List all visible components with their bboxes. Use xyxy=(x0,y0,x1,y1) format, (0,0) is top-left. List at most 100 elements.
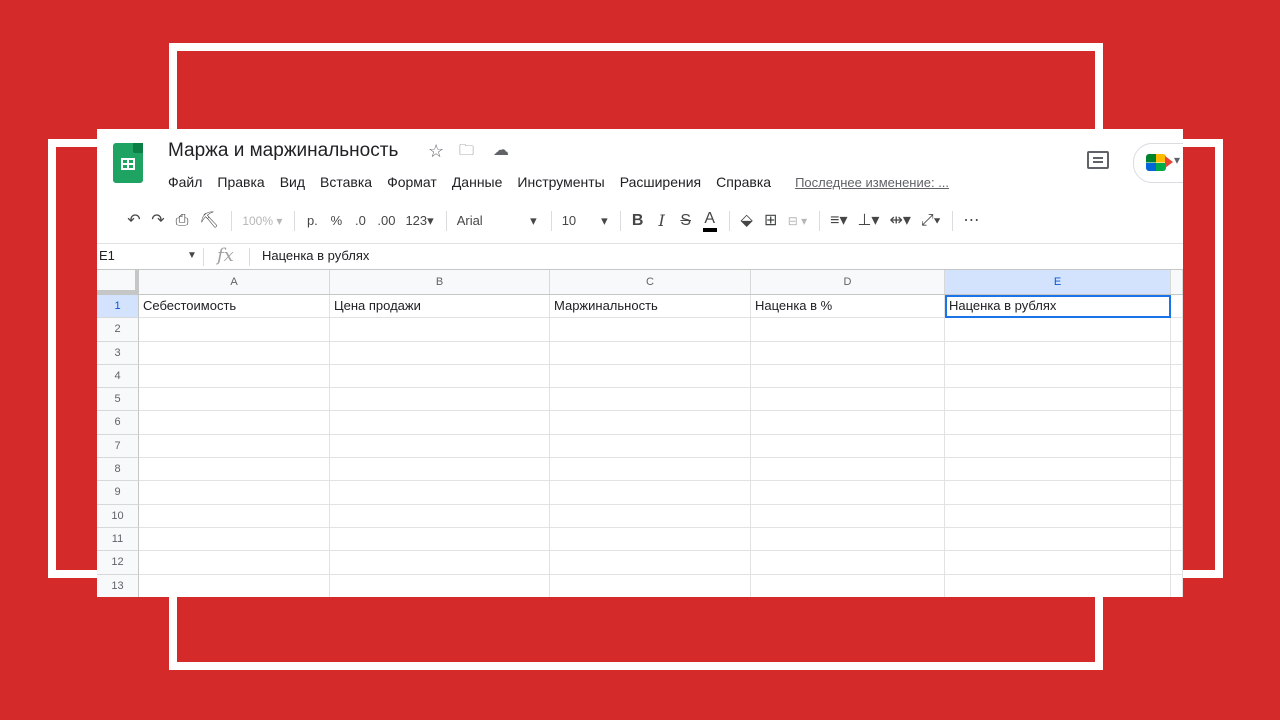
row-header[interactable]: 5 xyxy=(97,388,139,412)
cell-d4[interactable] xyxy=(751,364,945,389)
cell-d1[interactable]: Наценка в % xyxy=(751,295,945,319)
cell-a7[interactable] xyxy=(139,434,330,459)
menu-extensions[interactable]: Расширения xyxy=(620,172,709,192)
cell-e5[interactable] xyxy=(945,388,1171,412)
cell-c9[interactable] xyxy=(550,481,751,505)
cell-b4[interactable] xyxy=(330,364,550,389)
cell-e6[interactable] xyxy=(945,411,1171,435)
cell-a8[interactable] xyxy=(139,458,330,482)
text-wrap-icon[interactable]: ⇹▾ xyxy=(889,209,910,233)
row-header[interactable]: 12 xyxy=(97,551,139,575)
more-options-icon[interactable]: ⋯ xyxy=(963,209,979,233)
cell-c6[interactable] xyxy=(550,411,751,435)
cell-e4[interactable] xyxy=(945,364,1171,389)
cell-d13[interactable] xyxy=(751,574,945,597)
redo-icon[interactable]: ↷ xyxy=(151,209,165,233)
print-icon[interactable]: ⎙ xyxy=(175,209,189,233)
cell-a4[interactable] xyxy=(139,364,330,389)
cell-a3[interactable] xyxy=(139,341,330,365)
cell-f1[interactable] xyxy=(1171,295,1183,319)
cloud-status-icon[interactable]: ☁ xyxy=(493,140,509,162)
cell-c5[interactable] xyxy=(550,388,751,412)
strikethrough-button[interactable]: S xyxy=(679,209,693,233)
column-header-d[interactable]: D xyxy=(751,270,945,294)
chevron-down-icon[interactable]: ▼ xyxy=(187,250,197,261)
cell-c12[interactable] xyxy=(550,551,751,575)
cell-b11[interactable] xyxy=(330,527,550,552)
cell-a9[interactable] xyxy=(139,481,330,505)
cell-d7[interactable] xyxy=(751,434,945,459)
cell-d5[interactable] xyxy=(751,388,945,412)
formula-input[interactable]: Наценка в рублях xyxy=(262,248,369,263)
cell-a5[interactable] xyxy=(139,388,330,412)
cell-f7[interactable] xyxy=(1171,434,1183,459)
cell-d10[interactable] xyxy=(751,504,945,528)
font-size-select[interactable]: 10 ▾ xyxy=(562,213,608,229)
document-title[interactable]: Маржа и маржинальность xyxy=(168,140,398,162)
cell-b3[interactable] xyxy=(330,341,550,365)
cell-f2[interactable] xyxy=(1171,318,1183,342)
cell-c11[interactable] xyxy=(550,527,751,552)
column-header-a[interactable]: A xyxy=(139,270,330,294)
menu-view[interactable]: Вид xyxy=(280,172,313,192)
menu-help[interactable]: Справка xyxy=(716,172,779,192)
menu-data[interactable]: Данные xyxy=(452,172,511,192)
text-rotation-icon[interactable]: ⤢▾ xyxy=(921,209,941,233)
row-header[interactable]: 3 xyxy=(97,341,139,365)
cell-e8[interactable] xyxy=(945,458,1171,482)
column-header-f[interactable] xyxy=(1171,270,1183,294)
menu-tools[interactable]: Инструменты xyxy=(517,172,612,192)
cell-e9[interactable] xyxy=(945,481,1171,505)
cell-a13[interactable] xyxy=(139,574,330,597)
name-box[interactable]: E1 xyxy=(99,248,115,263)
meet-button[interactable]: ▾ xyxy=(1133,143,1183,183)
cell-c8[interactable] xyxy=(550,458,751,482)
decrease-decimal-button[interactable]: .0 xyxy=(353,209,367,233)
star-icon[interactable]: ☆ xyxy=(428,140,444,162)
column-header-b[interactable]: B xyxy=(330,270,550,294)
column-header-c[interactable]: C xyxy=(550,270,751,294)
cell-b12[interactable] xyxy=(330,551,550,575)
cell-b10[interactable] xyxy=(330,504,550,528)
cell-c10[interactable] xyxy=(550,504,751,528)
cell-a2[interactable] xyxy=(139,318,330,342)
vertical-align-icon[interactable]: ⊥▾ xyxy=(857,209,879,233)
cell-c7[interactable] xyxy=(550,434,751,459)
fill-color-icon[interactable]: ⬙ xyxy=(740,209,754,233)
cell-d9[interactable] xyxy=(751,481,945,505)
cell-a12[interactable] xyxy=(139,551,330,575)
last-edit-link[interactable]: Последнее изменение: ... xyxy=(795,172,949,192)
row-header[interactable]: 13 xyxy=(97,574,139,597)
cell-d12[interactable] xyxy=(751,551,945,575)
borders-icon[interactable]: ⊞ xyxy=(764,209,778,233)
row-header[interactable]: 11 xyxy=(97,527,139,552)
column-header-e[interactable]: E xyxy=(945,270,1171,294)
row-header[interactable]: 10 xyxy=(97,504,139,528)
cell-b2[interactable] xyxy=(330,318,550,342)
cell-b9[interactable] xyxy=(330,481,550,505)
cell-f9[interactable] xyxy=(1171,481,1183,505)
cell-a11[interactable] xyxy=(139,527,330,552)
cell-f3[interactable] xyxy=(1171,341,1183,365)
cell-b13[interactable] xyxy=(330,574,550,597)
cell-f11[interactable] xyxy=(1171,527,1183,552)
menu-insert[interactable]: Вставка xyxy=(320,172,380,192)
row-header[interactable]: 1 xyxy=(97,295,139,319)
row-header[interactable]: 7 xyxy=(97,434,139,459)
menu-format[interactable]: Формат xyxy=(387,172,445,192)
comments-icon[interactable] xyxy=(1087,151,1109,169)
cell-c13[interactable] xyxy=(550,574,751,597)
menu-file[interactable]: Файл xyxy=(168,172,210,192)
row-header[interactable]: 9 xyxy=(97,481,139,505)
zoom-select[interactable]: 100% ▾ xyxy=(242,209,282,233)
row-header[interactable]: 4 xyxy=(97,364,139,389)
cell-f5[interactable] xyxy=(1171,388,1183,412)
cell-e13[interactable] xyxy=(945,574,1171,597)
cell-e11[interactable] xyxy=(945,527,1171,552)
cell-c1[interactable]: Маржинальность xyxy=(550,295,751,319)
bold-button[interactable]: B xyxy=(631,209,645,233)
sheets-logo-icon[interactable] xyxy=(113,143,143,183)
cell-f6[interactable] xyxy=(1171,411,1183,435)
row-header[interactable]: 6 xyxy=(97,411,139,435)
cell-e12[interactable] xyxy=(945,551,1171,575)
